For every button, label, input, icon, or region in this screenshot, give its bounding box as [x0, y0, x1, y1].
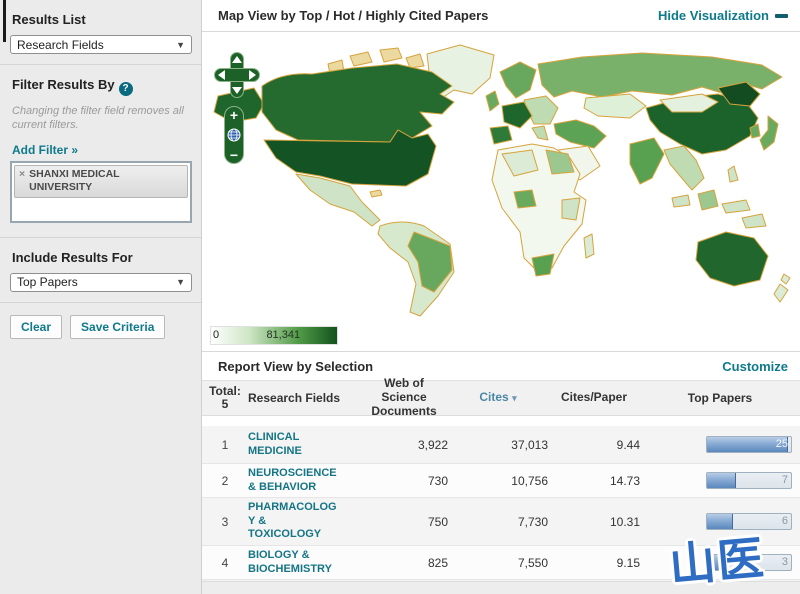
pan-right-arrow-icon[interactable] [249, 70, 256, 80]
include-results-selected: Top Papers [17, 275, 78, 290]
top-papers-value: 25 [775, 438, 788, 450]
column-research-fields: Research Fields [248, 390, 341, 405]
top-papers-bar-fill [707, 555, 722, 570]
include-results-dropdown[interactable]: Top Papers ▼ [10, 272, 192, 292]
field-link-neuroscience-behavior[interactable]: NEUROSCIENCE & BEHAVIOR [248, 467, 360, 495]
results-list-dropdown[interactable]: Research Fields ▼ [10, 35, 192, 54]
row-cites: 7,730 [517, 514, 548, 529]
minus-icon [775, 13, 788, 18]
row-rank: 4 [221, 555, 229, 570]
column-top-papers: Top Papers [687, 391, 753, 405]
filter-results-heading: Filter Results By? [12, 77, 191, 96]
sidebar-divider [0, 301, 201, 303]
row-cites-per-paper: 14.73 [609, 473, 640, 488]
legend-min-value: 0 [213, 329, 220, 341]
save-criteria-button[interactable]: Save Criteria [70, 314, 166, 339]
legend-max-value: 81,341 [266, 329, 301, 341]
filter-tag-label: SHANXI MEDICAL UNIVERSITY [29, 167, 120, 193]
main-panel: Map View by Top / Hot / Highly Cited Pap… [202, 0, 800, 594]
top-papers-bar: 3 [706, 554, 792, 571]
customize-link[interactable]: Customize [722, 359, 788, 374]
filter-sidebar: Results List Research Fields ▼ Filter Re… [0, 0, 202, 594]
column-cites-per-paper: Cites/Paper [560, 390, 628, 405]
top-papers-bar: 6 [706, 513, 792, 530]
zoom-in-button[interactable]: + [230, 108, 238, 122]
table-row: 3 PHARMACOLOG Y & TOXICOLOGY 750 7,730 1… [202, 498, 800, 546]
table-header-row: Total: 5 Research Fields Web of Science D… [202, 376, 800, 418]
chevron-down-icon: ▼ [176, 39, 185, 50]
row-docs: 825 [427, 555, 448, 570]
sort-caret-icon: ▾ [512, 393, 517, 404]
add-filter-link[interactable]: Add Filter » [12, 143, 78, 157]
pan-down-arrow-icon[interactable] [232, 87, 242, 94]
remove-filter-icon[interactable]: × [19, 168, 25, 194]
map-pan-control[interactable] [214, 52, 260, 98]
row-cites-per-paper: 10.31 [609, 514, 640, 529]
pan-up-arrow-icon[interactable] [232, 56, 242, 63]
sidebar-divider [0, 236, 201, 238]
hide-visualization-link[interactable]: Hide Visualization [658, 8, 788, 23]
top-papers-value: 6 [781, 515, 788, 527]
row-rank: 1 [221, 437, 229, 452]
globe-icon[interactable] [227, 128, 241, 142]
left-edge-mark [3, 0, 6, 42]
report-header: Report View by Selection Customize [202, 352, 800, 380]
top-papers-bar-fill [707, 514, 734, 529]
row-docs: 3,922 [417, 437, 448, 452]
report-title: Report View by Selection [218, 358, 374, 374]
table-row: 1 CLINICAL MEDICINE 3,922 37,013 9.44 25 [202, 426, 800, 464]
sidebar-divider [0, 64, 201, 65]
field-link-clinical-medicine[interactable]: CLINICAL MEDICINE [248, 431, 360, 459]
top-papers-bar: 25 [706, 436, 792, 453]
row-cites-per-paper: 9.44 [616, 437, 640, 452]
row-docs: 730 [427, 473, 448, 488]
help-icon[interactable]: ? [118, 82, 133, 96]
map-area: + − 0 81,341 [202, 32, 800, 352]
map-header: Map View by Top / Hot / Highly Cited Pap… [202, 0, 800, 32]
table-gap [202, 416, 800, 426]
total-count: Total: 5 [209, 383, 241, 411]
filter-tag-shanxi-medical-university[interactable]: × SHANXI MEDICAL UNIVERSITY [14, 164, 188, 198]
incites-report-page: Results List Research Fields ▼ Filter Re… [0, 0, 800, 594]
active-filters-box: × SHANXI MEDICAL UNIVERSITY [10, 160, 192, 223]
field-link-biology-biochemistry[interactable]: BIOLOGY & BIOCHEMISTRY [248, 549, 360, 577]
row-rank: 3 [221, 514, 229, 529]
table-row: 2 NEUROSCIENCE & BEHAVIOR 730 10,756 14.… [202, 464, 800, 498]
top-papers-bar-fill [707, 473, 737, 488]
top-papers-value: 7 [781, 474, 788, 486]
row-cites: 10,756 [511, 473, 548, 488]
top-papers-bar: 7 [706, 472, 792, 489]
world-choropleth-map[interactable] [202, 32, 800, 332]
field-link-pharmacology-toxicology[interactable]: PHARMACOLOG Y & TOXICOLOGY [248, 501, 360, 542]
clear-button[interactable]: Clear [10, 314, 63, 339]
row-cites: 37,013 [511, 437, 548, 452]
column-wos-documents: Web of Science Documents [371, 376, 437, 418]
table-row: 4 BIOLOGY & BIOCHEMISTRY 825 7,550 9.15 … [202, 546, 800, 580]
map-title: Map View by Top / Hot / Highly Cited Pap… [218, 8, 489, 23]
column-cites-sort[interactable]: Cites ▾ [448, 390, 548, 405]
row-docs: 750 [427, 514, 448, 529]
top-papers-value: 3 [781, 556, 788, 568]
results-list-selected: Research Fields [17, 37, 104, 52]
row-cites-per-paper: 9.15 [616, 555, 640, 570]
row-rank: 2 [221, 473, 229, 488]
bottom-strip [202, 581, 800, 594]
pan-left-arrow-icon[interactable] [218, 70, 225, 80]
map-zoom-control[interactable]: + − [224, 106, 244, 164]
row-cites: 7,550 [517, 555, 548, 570]
include-results-heading: Include Results For [12, 249, 133, 265]
zoom-out-button[interactable]: − [230, 148, 238, 162]
chevron-down-icon: ▼ [176, 277, 185, 288]
map-color-legend: 0 81,341 [210, 326, 338, 345]
results-list-heading: Results List [12, 12, 86, 27]
filter-note: Changing the filter field removes all cu… [12, 105, 184, 132]
